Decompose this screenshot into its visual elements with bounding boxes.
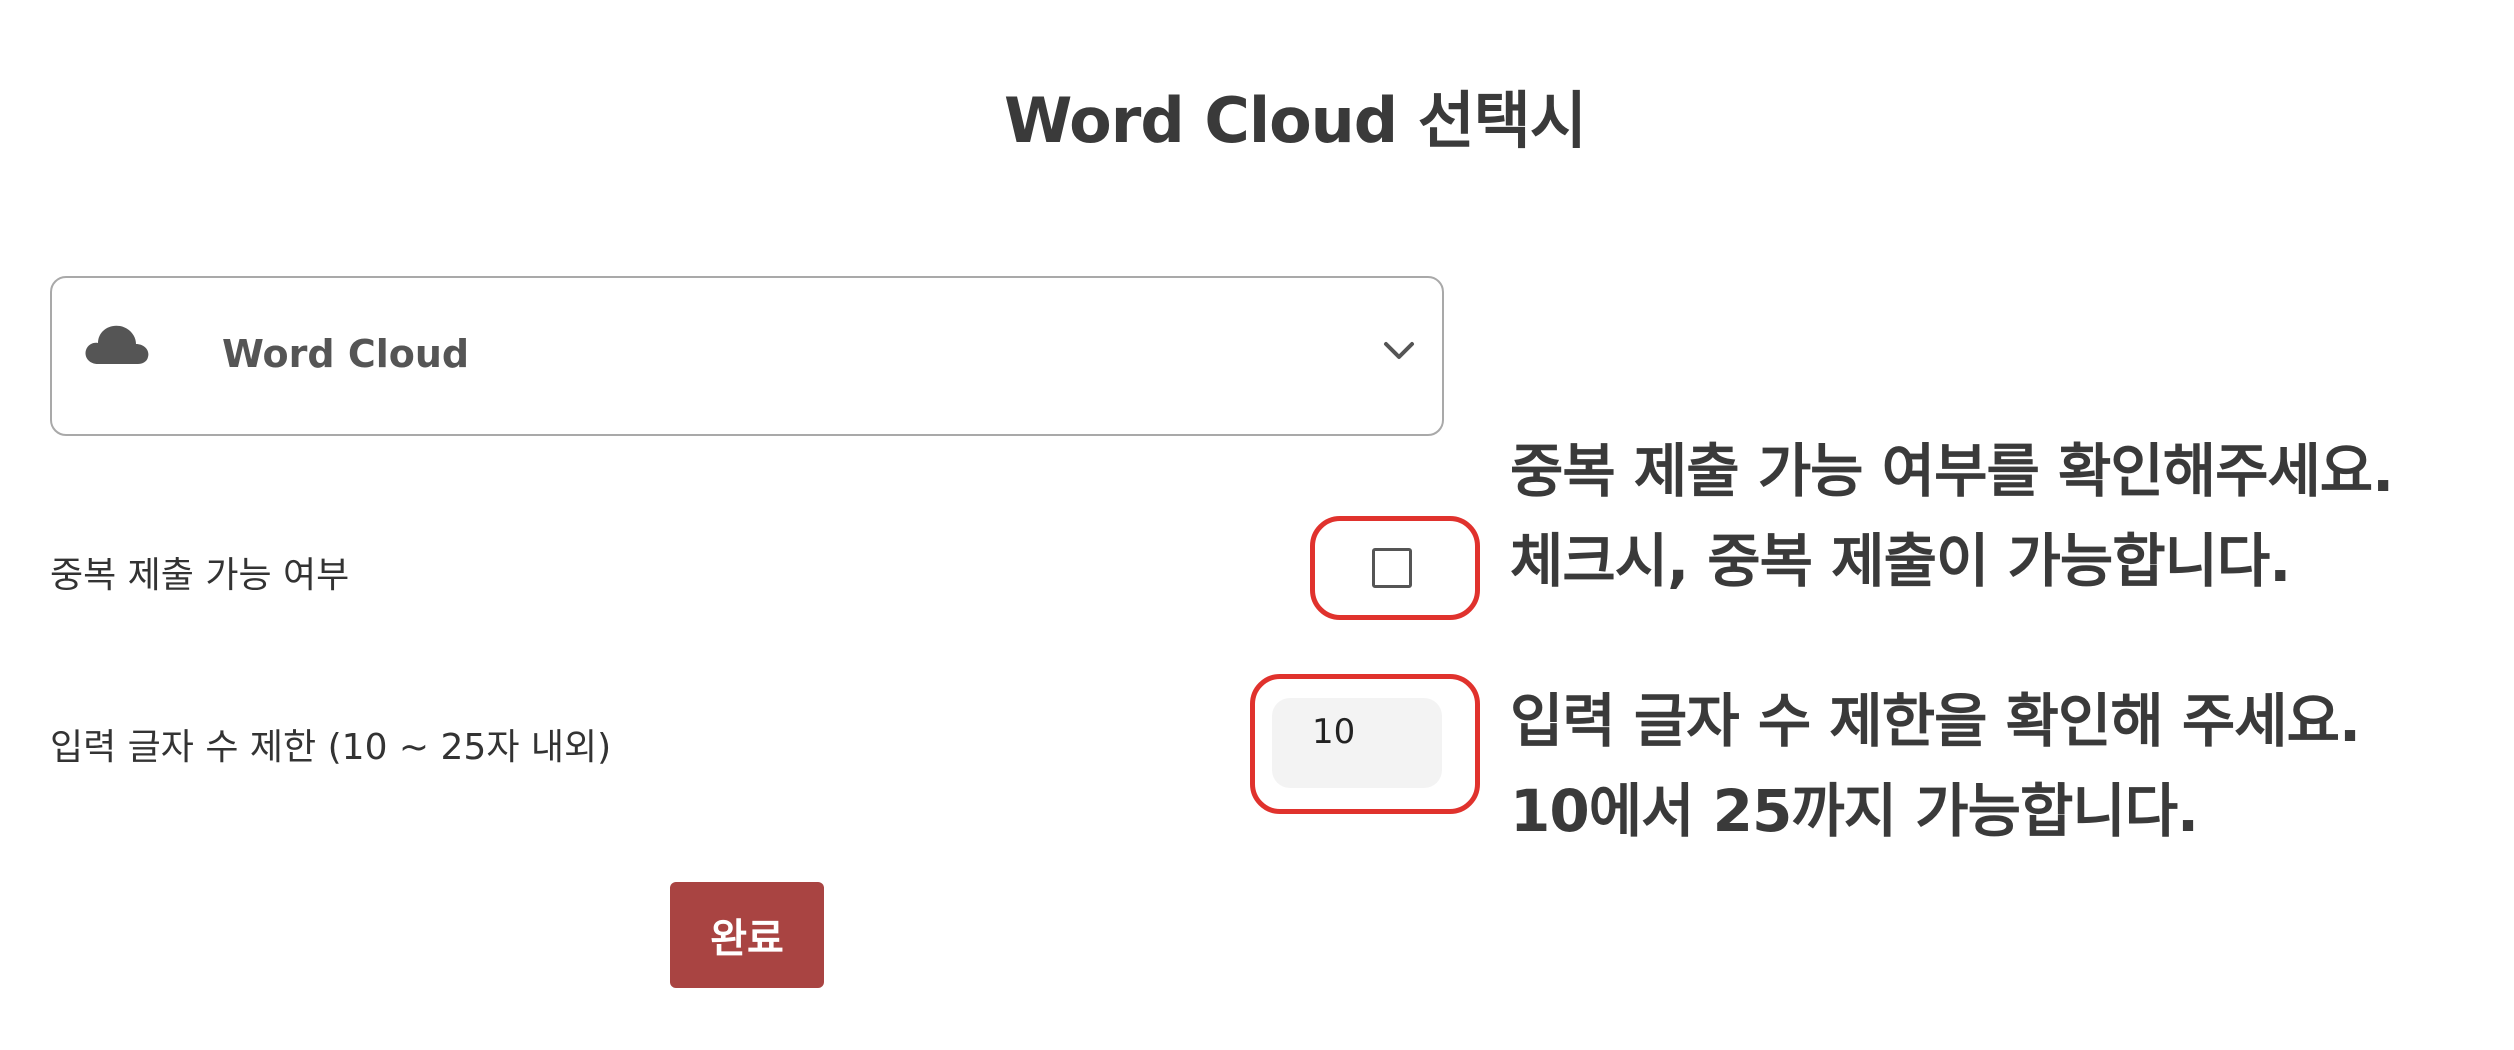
duplicate-annotation: 중복 제출 가능 여부를 확인해주세요. 체크시, 중복 제출이 가능합니다.: [1510, 426, 2394, 606]
cloud-icon: [85, 325, 149, 364]
done-button[interactable]: 완료: [670, 882, 824, 988]
select-label: Word Cloud: [222, 332, 470, 376]
chevron-down-icon: [1384, 342, 1414, 359]
duplicate-submission-label: 중복 제출 가능 여부: [50, 555, 350, 596]
charlimit-annotation-line2: 10에서 25까지 가능합니다.: [1510, 777, 2199, 845]
duplicate-annotation-line1: 중복 제출 가능 여부를 확인해주세요.: [1510, 437, 2394, 505]
char-limit-input[interactable]: 10: [1272, 698, 1442, 788]
char-limit-label: 입력 글자 수 제한 (10 ~ 25자 내외): [50, 727, 612, 768]
page: Word Cloud 선택시 Word Cloud 중복 제출 가능 여부 입력…: [0, 0, 2514, 1050]
charlimit-annotation-line1: 입력 글자 수 제한을 확인해 주세요.: [1510, 687, 2361, 755]
page-title: Word Cloud 선택시: [1004, 84, 1587, 157]
duplicate-annotation-line2: 체크시, 중복 제출이 가능합니다.: [1510, 527, 2291, 595]
duplicate-submission-checkbox[interactable]: [1372, 548, 1412, 588]
charlimit-annotation: 입력 글자 수 제한을 확인해 주세요. 10에서 25까지 가능합니다.: [1510, 676, 2361, 856]
question-type-select[interactable]: Word Cloud: [50, 276, 1444, 436]
